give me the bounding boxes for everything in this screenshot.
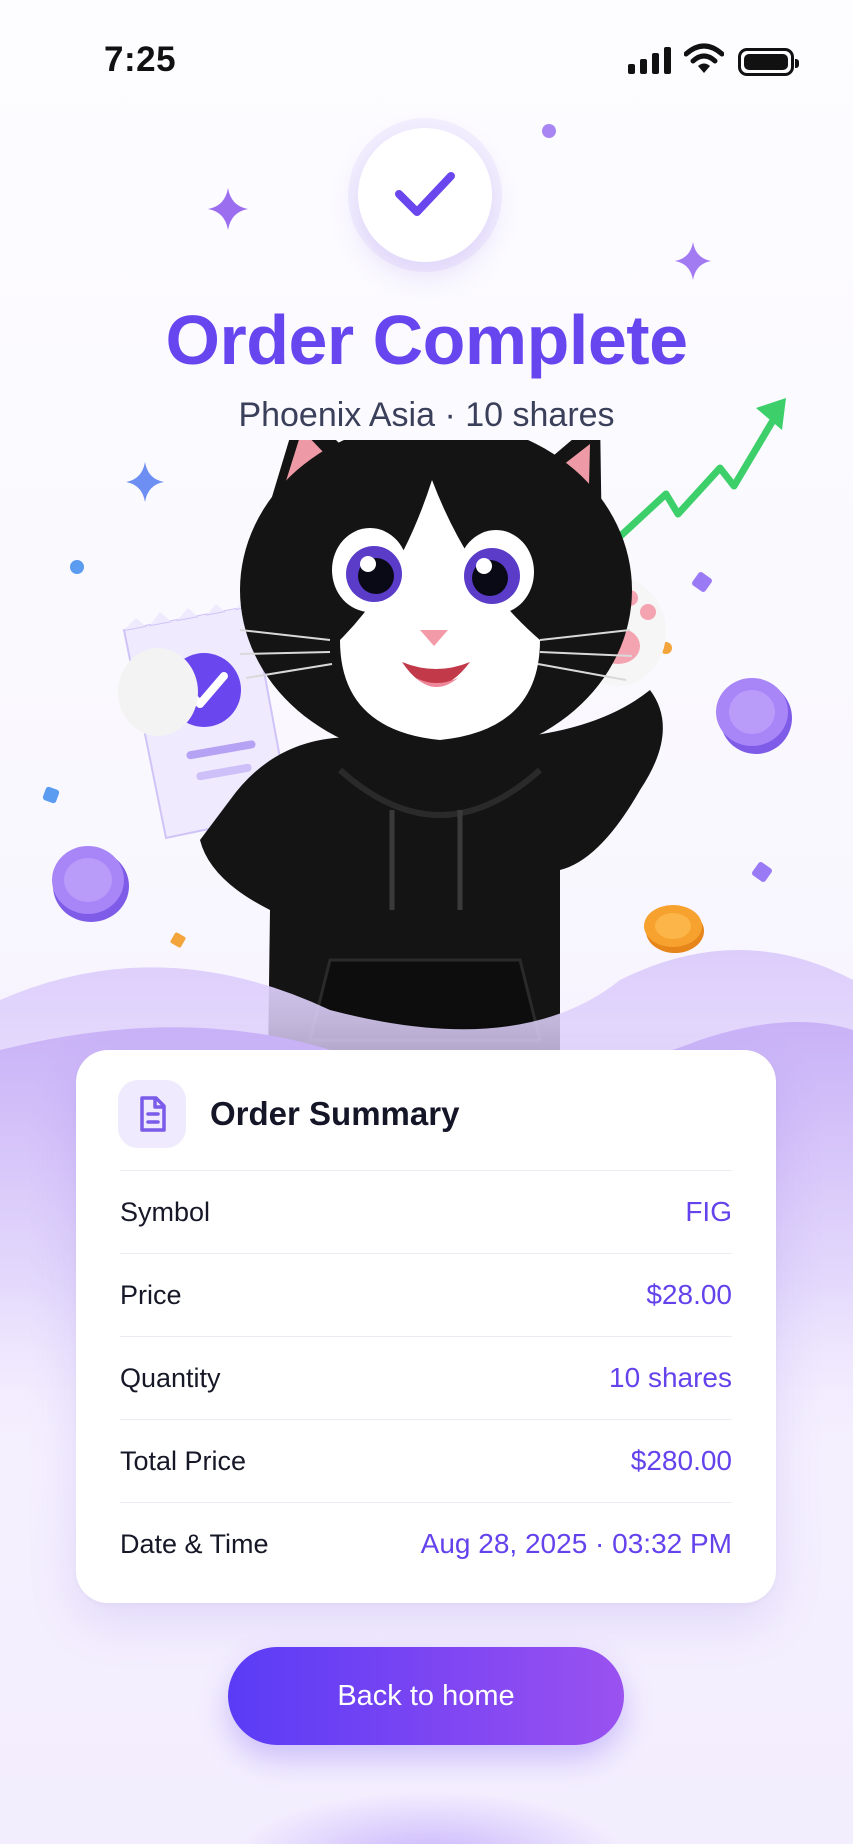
battery-icon (738, 48, 799, 76)
row-value: $28.00 (646, 1279, 732, 1310)
sparkle-icon (674, 242, 712, 280)
bottom-glow (230, 1790, 630, 1844)
check-icon (395, 172, 455, 216)
summary-row-datetime: Date & Time Aug 28, 2025 · 03:32 PM (120, 1502, 732, 1585)
order-summary-card: Order Summary Symbol FIG Price $28.00 Qu… (76, 1050, 776, 1603)
row-label: Date & Time (120, 1528, 269, 1559)
row-value: FIG (685, 1196, 732, 1227)
row-label: Price (120, 1279, 182, 1310)
row-value: Aug 28, 2025 · 03:32 PM (420, 1528, 732, 1559)
confetti-dot (542, 124, 556, 138)
signal-icon (628, 46, 671, 74)
row-value: $280.00 (630, 1445, 732, 1476)
summary-rows: Symbol FIG Price $28.00 Quantity 10 shar… (120, 1170, 732, 1585)
status-time: 7:25 (104, 40, 177, 79)
summary-row-quantity: Quantity 10 shares (120, 1336, 732, 1419)
card-header: Order Summary (118, 1080, 459, 1148)
status-bar: 7:25 (0, 0, 853, 120)
document-icon (118, 1080, 186, 1148)
row-label: Total Price (120, 1445, 247, 1476)
sparkle-icon (208, 188, 248, 230)
summary-row-price: Price $28.00 (120, 1253, 732, 1336)
wifi-icon (684, 43, 724, 73)
page-title: Order Complete (165, 301, 689, 379)
order-complete-screen: 7:25 Order Complete Phoenix Asia · 10 sh… (0, 0, 853, 1844)
summary-row-total: Total Price $280.00 (120, 1419, 732, 1502)
summary-row-symbol: Symbol FIG (120, 1170, 732, 1253)
back-to-home-button[interactable]: Back to home (228, 1647, 624, 1745)
card-title: Order Summary (210, 1095, 460, 1132)
success-badge (358, 128, 492, 262)
row-value: 10 shares (609, 1362, 732, 1393)
row-label: Quantity (120, 1362, 221, 1393)
row-label: Symbol (120, 1196, 211, 1227)
